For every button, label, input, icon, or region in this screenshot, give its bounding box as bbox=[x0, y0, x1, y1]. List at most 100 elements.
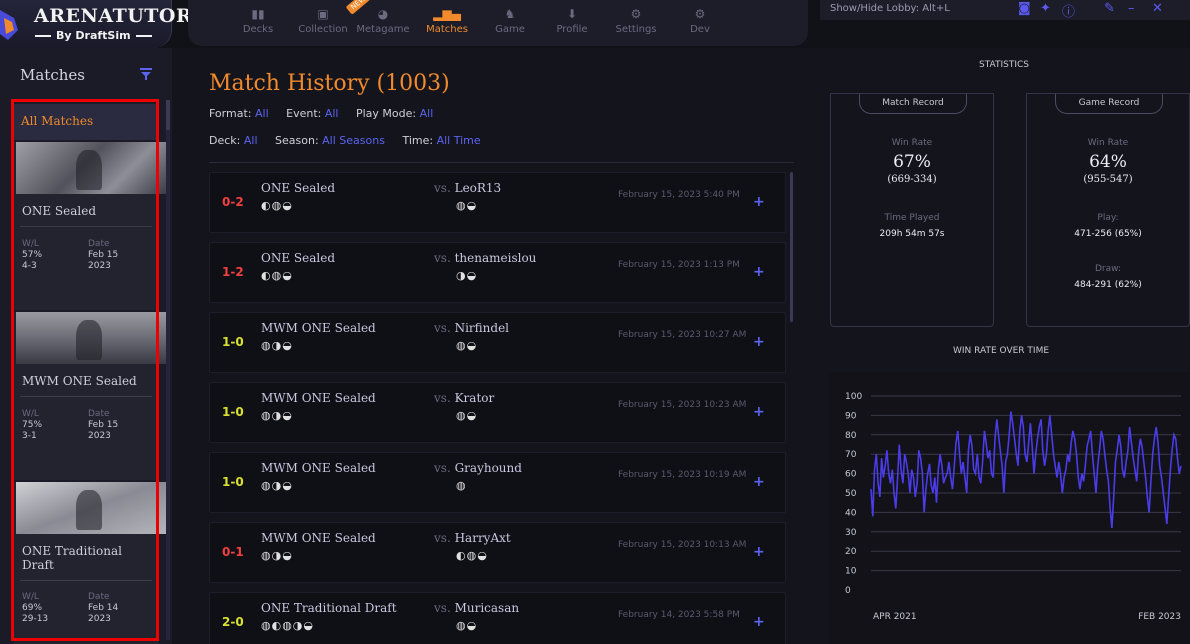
date-label: Date bbox=[88, 239, 110, 249]
lobby-hint: Show/Hide Lobby: Alt+L bbox=[830, 3, 950, 14]
deck-mana-icons: ◍◑◒ bbox=[261, 549, 293, 562]
y-tick-label: 60 bbox=[845, 470, 857, 480]
statistics-title: STATISTICS bbox=[979, 60, 1029, 70]
opponent-name: thenameislou bbox=[454, 251, 537, 265]
season-filter[interactable]: All Seasons bbox=[322, 134, 385, 147]
opponent-name: Nirfindel bbox=[454, 321, 510, 335]
format-filter[interactable]: All bbox=[255, 107, 269, 120]
close-icon[interactable]: ✕ bbox=[1152, 1, 1163, 16]
vs-label: vs. bbox=[434, 461, 451, 475]
match-row[interactable]: 1-0 MWM ONE Sealed ◍◑◒ vs. Krator ◍◒ February… bbox=[209, 382, 786, 443]
nav-decks[interactable]: ▮▮ Decks bbox=[236, 0, 280, 46]
card-art-image bbox=[16, 312, 166, 364]
nav-profile-label: Profile bbox=[556, 24, 588, 35]
nav-matches-label: Matches bbox=[426, 24, 468, 35]
event-card[interactable]: ONE Traditional Draft W/L Date 69% 29-13… bbox=[14, 482, 166, 644]
time-filter[interactable]: All Time bbox=[437, 134, 481, 147]
nav-settings[interactable]: ⚙ Settings bbox=[612, 0, 660, 46]
top-bar: ARENATUTOR By DraftSim ▮▮ Decks ▣ Collec… bbox=[0, 0, 1190, 48]
sidebar-scrollbar-thumb[interactable] bbox=[166, 100, 170, 130]
minimize-icon[interactable]: – bbox=[1128, 1, 1135, 16]
discord-icon[interactable]: ◙ bbox=[1018, 1, 1031, 16]
opponent-mana-icons: ◑◒ bbox=[456, 269, 478, 282]
opponent-name: LeoR13 bbox=[454, 181, 502, 195]
play-mode-filter[interactable]: All bbox=[420, 107, 434, 120]
match-row[interactable]: 0-1 MWM ONE Sealed ◍◑◒ vs. HarryAxt ◐◍◒ Febru… bbox=[209, 522, 786, 583]
date-md: Feb 14 bbox=[88, 603, 119, 613]
deck-mana-icons: ◍◐◍◑◒ bbox=[261, 619, 314, 632]
wl-record: 4-3 bbox=[22, 261, 37, 271]
nav-metagame[interactable]: NEW ◕ Metagame bbox=[345, 0, 412, 46]
match-event: ONE Sealed bbox=[261, 251, 336, 265]
vs-label: vs. bbox=[434, 531, 451, 545]
deck-filter[interactable]: All bbox=[244, 134, 258, 147]
win-rate-series-line bbox=[870, 411, 1182, 528]
nav-matches[interactable]: ▂▆▄ Matches bbox=[422, 0, 472, 46]
expand-plus-icon[interactable]: + bbox=[753, 334, 765, 350]
all-matches-item[interactable]: All Matches bbox=[14, 104, 158, 140]
game-win-rate: 64% bbox=[1089, 152, 1127, 172]
card-art-image bbox=[16, 482, 166, 534]
expand-plus-icon[interactable]: + bbox=[753, 544, 765, 560]
nav-game-label: Game bbox=[495, 24, 525, 35]
wl-label: W/L bbox=[22, 592, 39, 602]
nav-collection[interactable]: ▣ Collection bbox=[292, 0, 354, 46]
wl-pct: 69% bbox=[22, 603, 43, 613]
sidebar-title: Matches bbox=[20, 66, 85, 84]
match-list-scrollbar[interactable] bbox=[790, 172, 793, 322]
match-date: February 14, 2023 5:58 PM bbox=[618, 610, 740, 620]
time-played-value: 209h 54m 57s bbox=[879, 229, 945, 239]
nav-game[interactable]: ♞ Game bbox=[488, 0, 532, 46]
expand-plus-icon[interactable]: + bbox=[753, 474, 765, 490]
event-filter[interactable]: All bbox=[325, 107, 339, 120]
window-controls: Show/Hide Lobby: Alt+L ◙ ✦ ⓘ ✎ – ✕ bbox=[820, 0, 1190, 20]
match-row[interactable]: 1-2 ONE Sealed ◐◍◒ vs. thenameislou ◑◒ Februa… bbox=[209, 242, 786, 303]
event-card[interactable]: ONE Sealed W/L Date 57% 4-3 Feb 15 2023 bbox=[14, 142, 166, 310]
help-icon[interactable]: ⓘ bbox=[1062, 1, 1075, 20]
match-row[interactable]: 1-0 MWM ONE Sealed ◍◑◒ vs. Nirfindel ◍◒ Febru… bbox=[209, 312, 786, 373]
twitter-icon[interactable]: ✦ bbox=[1040, 1, 1051, 16]
profile-icon: ⬇ bbox=[566, 7, 578, 21]
match-score: 1-2 bbox=[222, 265, 244, 279]
nav-profile[interactable]: ⬇ Profile bbox=[550, 0, 594, 46]
win-rate-chart: 0 10 20 30 40 50 60 70 80 90 100 APR 2021 FEB 2023 bbox=[829, 372, 1190, 644]
match-row[interactable]: 2-0 ONE Traditional Draft ◍◐◍◑◒ vs. Muricas… bbox=[209, 592, 786, 644]
deck-mana-icons: ◐◍◒ bbox=[261, 269, 293, 282]
game-record-value: (955-547) bbox=[1083, 174, 1133, 185]
date-md: Feb 15 bbox=[88, 250, 119, 260]
match-event: MWM ONE Sealed bbox=[261, 321, 376, 335]
dev-gear-icon: ⚙ bbox=[694, 7, 706, 21]
card-divider bbox=[20, 226, 152, 227]
match-row[interactable]: 0-2 ONE Sealed ◐◍◒ vs. LeoR13 ◍◒ February 15,… bbox=[209, 172, 786, 233]
expand-plus-icon[interactable]: + bbox=[753, 264, 765, 280]
match-row[interactable]: 1-0 MWM ONE Sealed ◍◑◒ vs. Grayhound ◍ Februa… bbox=[209, 452, 786, 513]
app-logo[interactable]: ARENATUTOR By DraftSim bbox=[0, 0, 192, 48]
nav-collection-label: Collection bbox=[298, 24, 348, 35]
edit-icon[interactable]: ✎ bbox=[1104, 1, 1115, 16]
match-date: February 15, 2023 10:13 AM bbox=[618, 540, 747, 550]
event-filter-label: Event: bbox=[286, 107, 322, 120]
match-score: 0-2 bbox=[222, 195, 244, 209]
win-rate-chart-svg: 0 10 20 30 40 50 60 70 80 90 100 APR 2021 FEB 2023 bbox=[845, 392, 1182, 622]
event-card-name: ONE Sealed bbox=[22, 204, 97, 218]
expand-plus-icon[interactable]: + bbox=[753, 404, 765, 420]
vs-label: vs. bbox=[434, 391, 451, 405]
expand-plus-icon[interactable]: + bbox=[753, 614, 765, 630]
event-card-name: ONE Traditional Draft bbox=[22, 544, 122, 572]
event-card[interactable]: MWM ONE Sealed W/L Date 75% 3-1 Feb 15 2… bbox=[14, 312, 166, 480]
card-art-image bbox=[16, 142, 166, 194]
match-date: February 15, 2023 5:40 PM bbox=[618, 190, 740, 200]
logo-title: ARENATUTOR bbox=[34, 5, 193, 27]
gear-icon: ⚙ bbox=[630, 7, 642, 21]
vs-label: vs. bbox=[434, 181, 451, 195]
filter-icon[interactable] bbox=[140, 68, 152, 80]
match-date: February 15, 2023 10:27 AM bbox=[618, 330, 747, 340]
expand-plus-icon[interactable]: + bbox=[753, 194, 765, 210]
logo-fox-icon bbox=[0, 10, 18, 40]
nav-dev[interactable]: ⚙ Dev bbox=[682, 0, 718, 46]
event-card-name: MWM ONE Sealed bbox=[22, 374, 137, 388]
sidebar-scrollbar[interactable] bbox=[166, 100, 170, 640]
opponent-name: Krator bbox=[454, 391, 495, 405]
opponent-mana-icons: ◐◍◒ bbox=[456, 549, 488, 562]
time-played-label: Time Played bbox=[884, 213, 940, 223]
